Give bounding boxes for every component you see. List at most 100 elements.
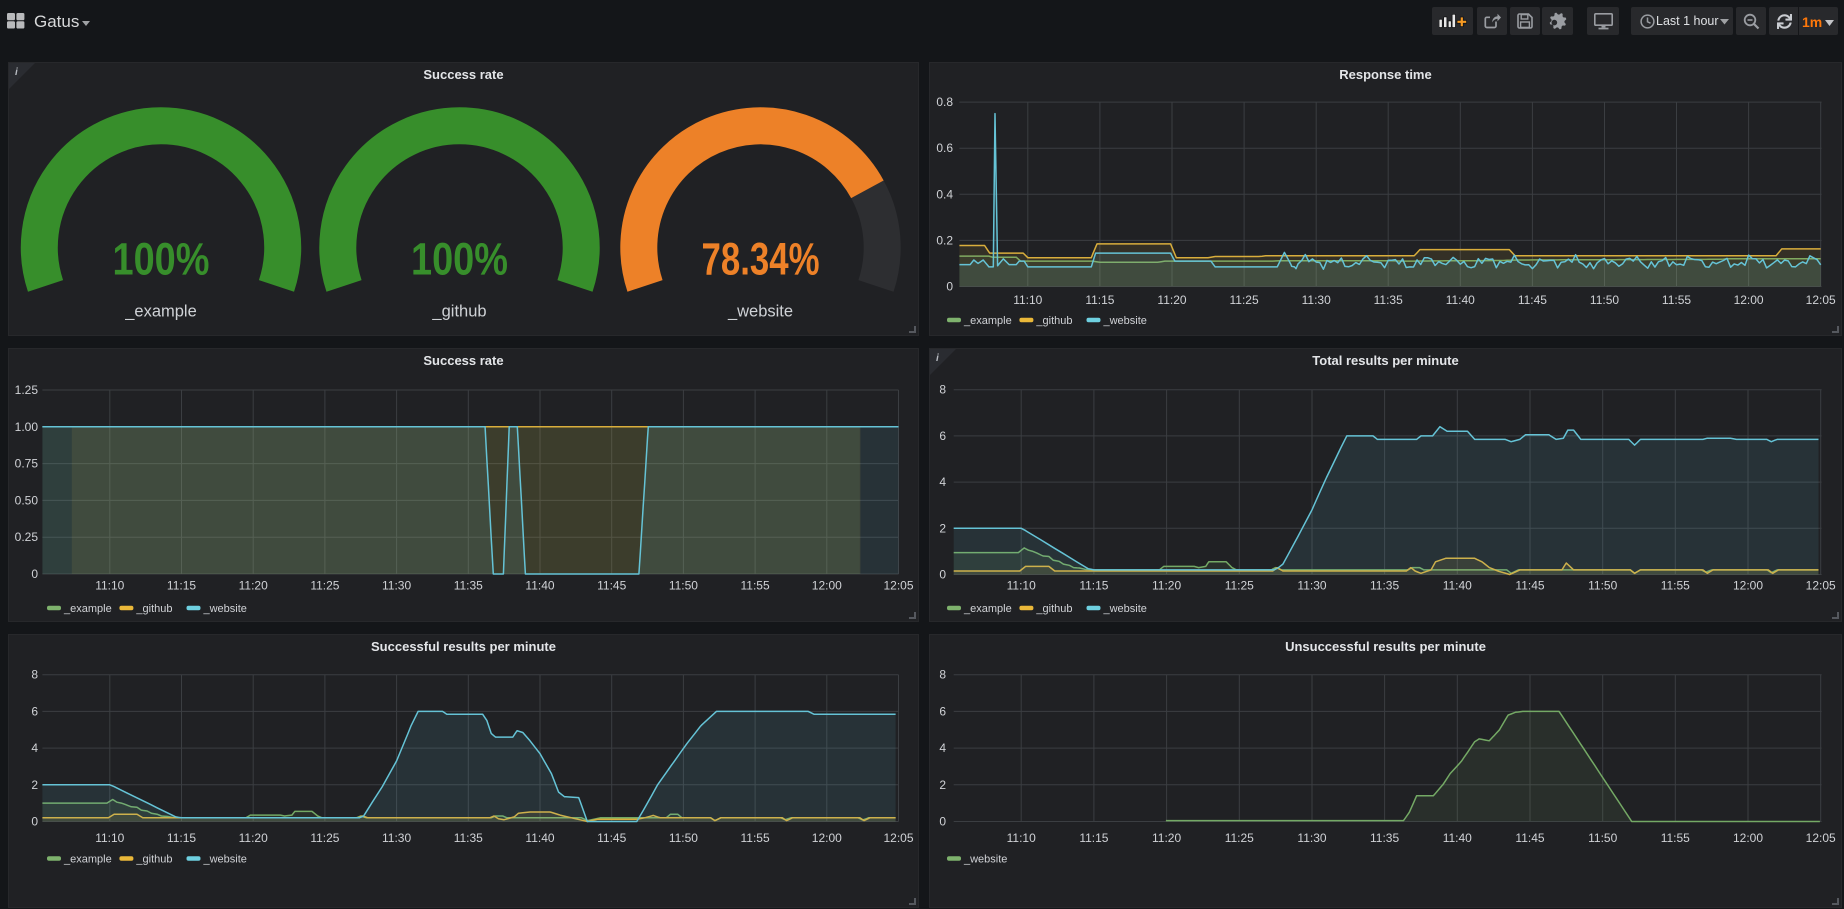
svg-text:11:20: 11:20 [1152, 579, 1181, 593]
svg-text:6: 6 [939, 704, 946, 718]
svg-text:_website: _website [203, 603, 247, 615]
svg-text:0: 0 [31, 815, 38, 829]
svg-text:11:55: 11:55 [1662, 293, 1691, 307]
svg-text:0.25: 0.25 [15, 530, 39, 544]
svg-text:11:35: 11:35 [454, 831, 483, 845]
svg-text:11:45: 11:45 [1518, 293, 1547, 307]
svg-text:11:30: 11:30 [382, 831, 411, 845]
svg-text:11:50: 11:50 [1588, 579, 1617, 593]
svg-text:_github: _github [135, 603, 172, 615]
svg-text:12:00: 12:00 [1734, 293, 1764, 307]
svg-text:11:25: 11:25 [310, 579, 339, 593]
svg-text:11:45: 11:45 [597, 831, 626, 845]
svg-text:0: 0 [31, 567, 38, 581]
svg-text:_example: _example [63, 854, 112, 866]
svg-text:_website: _website [727, 303, 793, 321]
svg-text:12:00: 12:00 [812, 579, 842, 593]
svg-text:11:15: 11:15 [167, 831, 196, 845]
svg-text:0.6: 0.6 [936, 141, 953, 155]
svg-text:11:40: 11:40 [525, 579, 554, 593]
svg-text:11:40: 11:40 [1446, 293, 1475, 307]
svg-text:4: 4 [31, 741, 38, 755]
svg-text:11:50: 11:50 [1590, 293, 1619, 307]
svg-text:2: 2 [939, 778, 946, 792]
svg-text:i: i [15, 67, 18, 78]
svg-text:12:05: 12:05 [1806, 293, 1836, 307]
svg-text:_website: _website [963, 854, 1007, 866]
svg-text:12:05: 12:05 [1806, 579, 1836, 593]
svg-text:11:45: 11:45 [1515, 579, 1544, 593]
svg-text:11:40: 11:40 [525, 831, 554, 845]
svg-text:11:10: 11:10 [1007, 579, 1036, 593]
svg-text:_example: _example [963, 603, 1012, 615]
svg-text:_example: _example [63, 603, 112, 615]
svg-text:0: 0 [939, 815, 946, 829]
svg-text:11:25: 11:25 [1225, 579, 1254, 593]
svg-text:11:15: 11:15 [1085, 293, 1114, 307]
svg-text:11:30: 11:30 [382, 579, 411, 593]
svg-text:0.75: 0.75 [15, 457, 39, 471]
svg-text:11:25: 11:25 [1230, 293, 1259, 307]
svg-text:11:35: 11:35 [1374, 293, 1403, 307]
svg-text:11:50: 11:50 [669, 579, 698, 593]
svg-text:2: 2 [31, 778, 38, 792]
svg-text:_github: _github [1035, 603, 1072, 615]
svg-text:11:30: 11:30 [1297, 831, 1326, 845]
svg-text:11:15: 11:15 [1079, 579, 1108, 593]
svg-text:11:30: 11:30 [1302, 293, 1331, 307]
svg-text:12:05: 12:05 [883, 831, 913, 845]
svg-text:11:20: 11:20 [239, 579, 268, 593]
svg-text:12:00: 12:00 [1733, 579, 1763, 593]
svg-text:6: 6 [31, 704, 38, 718]
svg-text:100%: 100% [113, 234, 210, 285]
svg-text:11:25: 11:25 [310, 831, 339, 845]
svg-text:0: 0 [939, 568, 946, 582]
svg-text:11:15: 11:15 [167, 579, 196, 593]
svg-text:6: 6 [939, 429, 946, 443]
svg-text:_github: _github [1035, 315, 1072, 327]
svg-text:_example: _example [963, 315, 1012, 327]
svg-text:0.8: 0.8 [936, 95, 953, 109]
svg-text:12:00: 12:00 [1733, 831, 1763, 845]
svg-text:11:55: 11:55 [741, 579, 770, 593]
svg-text:0.4: 0.4 [936, 187, 953, 201]
svg-text:11:10: 11:10 [1013, 293, 1042, 307]
svg-text:1.25: 1.25 [15, 383, 39, 397]
svg-text:12:00: 12:00 [812, 831, 842, 845]
svg-text:12:05: 12:05 [1806, 831, 1836, 845]
svg-text:11:20: 11:20 [239, 831, 268, 845]
svg-text:1.00: 1.00 [15, 420, 39, 434]
svg-text:11:55: 11:55 [1661, 831, 1690, 845]
svg-text:_example: _example [124, 303, 197, 321]
svg-text:0.50: 0.50 [15, 493, 39, 507]
svg-text:11:10: 11:10 [1007, 831, 1036, 845]
svg-text:8: 8 [31, 668, 38, 682]
svg-text:11:35: 11:35 [454, 579, 483, 593]
svg-text:11:50: 11:50 [1588, 831, 1617, 845]
svg-text:11:40: 11:40 [1443, 579, 1472, 593]
svg-text:11:55: 11:55 [1661, 579, 1690, 593]
svg-text:78.34%: 78.34% [702, 234, 820, 285]
svg-text:4: 4 [939, 475, 946, 489]
svg-text:_github: _github [135, 854, 172, 866]
svg-text:100%: 100% [411, 234, 508, 285]
svg-text:11:10: 11:10 [95, 831, 124, 845]
svg-text:11:45: 11:45 [597, 579, 626, 593]
svg-text:11:20: 11:20 [1157, 293, 1186, 307]
svg-text:_website: _website [203, 854, 247, 866]
svg-text:_website: _website [1103, 603, 1147, 615]
svg-text:_website: _website [1103, 315, 1147, 327]
svg-text:0.2: 0.2 [936, 233, 953, 247]
svg-text:8: 8 [939, 668, 946, 682]
svg-text:11:50: 11:50 [669, 831, 698, 845]
svg-text:11:35: 11:35 [1370, 831, 1399, 845]
svg-text:11:10: 11:10 [95, 579, 124, 593]
svg-text:11:35: 11:35 [1370, 579, 1399, 593]
svg-text:11:55: 11:55 [741, 831, 770, 845]
svg-text:8: 8 [939, 383, 946, 397]
svg-text:11:30: 11:30 [1297, 579, 1326, 593]
svg-text:11:25: 11:25 [1225, 831, 1254, 845]
svg-text:0: 0 [946, 280, 953, 294]
svg-text:12:05: 12:05 [883, 579, 913, 593]
svg-text:11:15: 11:15 [1079, 831, 1108, 845]
